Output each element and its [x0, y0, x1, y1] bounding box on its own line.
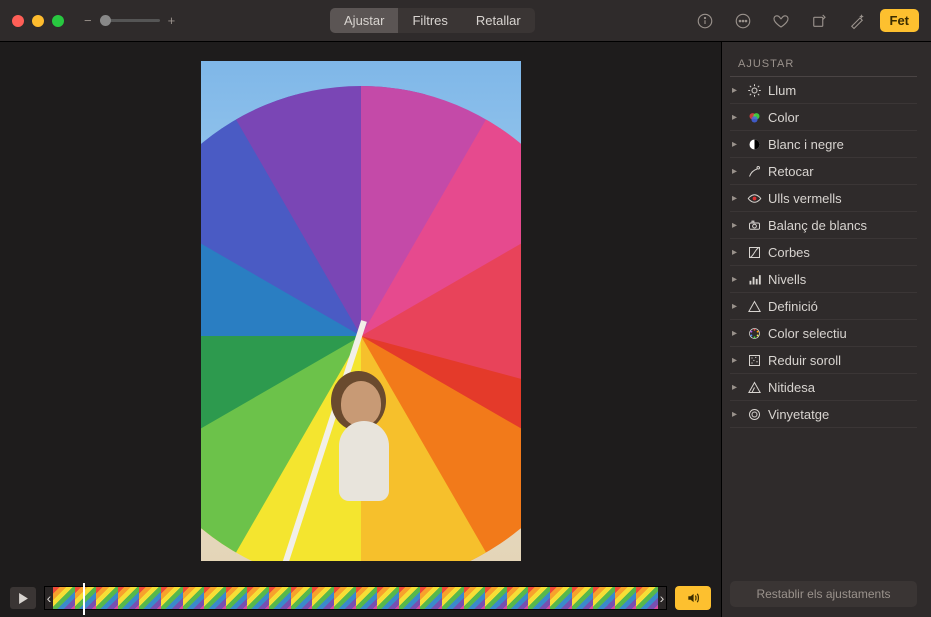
chevron-right-icon: ▸ [732, 112, 740, 123]
adjust-label: Color [768, 110, 915, 125]
chevron-right-icon: ▸ [732, 220, 740, 231]
reset-adjustments-button[interactable]: Restablir els ajustaments [730, 581, 917, 607]
bw-icon [746, 136, 762, 152]
auto-enhance-icon[interactable] [842, 8, 872, 34]
noise-icon [746, 352, 762, 368]
adjust-row-definition[interactable]: ▸ Definició [730, 293, 917, 320]
whitebalance-icon [746, 217, 762, 233]
adjust-label: Ulls vermells [768, 191, 915, 206]
curves-icon [746, 244, 762, 260]
adjust-panel: AJUSTAR ▸ Llum ▸ Color ▸ Blanc i negre ▸ Retoca… [721, 42, 931, 617]
adjust-label: Retocar [768, 164, 915, 179]
definition-icon [746, 298, 762, 314]
adjust-row-light[interactable]: ▸ Llum [730, 77, 917, 104]
adjust-label: Llum [768, 83, 915, 98]
retouch-icon [746, 163, 762, 179]
tab-crop[interactable]: Retallar [462, 8, 535, 33]
filmstrip[interactable]: ‹ › [44, 586, 667, 610]
chevron-right-icon: ▸ [732, 166, 740, 177]
adjust-label: Balanç de blancs [768, 218, 915, 233]
adjust-label: Definició [768, 299, 915, 314]
adjust-label: Nitidesa [768, 380, 915, 395]
chevron-right-icon: ▸ [732, 193, 740, 204]
chevron-right-icon: ▸ [732, 328, 740, 339]
tab-filters[interactable]: Filtres [398, 8, 461, 33]
chevron-right-icon: ▸ [732, 85, 740, 96]
adjust-label: Blanc i negre [768, 137, 915, 152]
adjust-label: Reduir soroll [768, 353, 915, 368]
adjust-row-color[interactable]: ▸ Color [730, 104, 917, 131]
chevron-right-icon: ▸ [732, 409, 740, 420]
zoom-thumb[interactable] [100, 15, 111, 26]
playhead[interactable] [83, 583, 85, 615]
adjust-row-curves[interactable]: ▸ Corbes [730, 239, 917, 266]
redeye-icon [746, 190, 762, 206]
color-icon [746, 109, 762, 125]
info-icon[interactable] [690, 8, 720, 34]
toolbar-right: Fet [690, 8, 920, 34]
adjustments-list: ▸ Llum ▸ Color ▸ Blanc i negre ▸ Retocar ▸ Ulls v… [730, 77, 917, 581]
photo-viewport [0, 42, 721, 579]
chevron-right-icon: ▸ [732, 301, 740, 312]
adjust-row-retouch[interactable]: ▸ Retocar [730, 158, 917, 185]
zoom-control: − + [84, 13, 175, 28]
done-button[interactable]: Fet [880, 9, 920, 32]
chevron-right-icon: ▸ [732, 139, 740, 150]
vignette-icon [746, 406, 762, 422]
adjust-row-bw[interactable]: ▸ Blanc i negre [730, 131, 917, 158]
adjust-row-vignette[interactable]: ▸ Vinyetatge [730, 401, 917, 428]
main-area: ‹ › AJUSTAR ▸ Llum ▸ Color ▸ Blanc i negre ▸ Re… [0, 42, 931, 617]
maximize-window-button[interactable] [52, 15, 64, 27]
selectivecolor-icon [746, 325, 762, 341]
adjust-label: Color selectiu [768, 326, 915, 341]
adjust-label: Nivells [768, 272, 915, 287]
chevron-right-icon: ▸ [732, 355, 740, 366]
tab-adjust[interactable]: Ajustar [330, 8, 398, 33]
chevron-right-icon: ▸ [732, 274, 740, 285]
photo[interactable] [201, 61, 521, 561]
adjust-label: Vinyetatge [768, 407, 915, 422]
audio-button[interactable] [675, 586, 711, 610]
minimize-window-button[interactable] [32, 15, 44, 27]
titlebar: − + Ajustar Filtres Retallar Fet [0, 0, 931, 42]
chevron-right-icon: ▸ [732, 382, 740, 393]
adjust-row-redeye[interactable]: ▸ Ulls vermells [730, 185, 917, 212]
adjust-row-whitebalance[interactable]: ▸ Balanç de blancs [730, 212, 917, 239]
more-icon[interactable] [728, 8, 758, 34]
trim-handle-left[interactable]: ‹ [45, 587, 53, 609]
timeline: ‹ › [0, 579, 721, 617]
sharpen-icon [746, 379, 762, 395]
window-controls [12, 15, 64, 27]
levels-icon [746, 271, 762, 287]
panel-title: AJUSTAR [730, 52, 917, 77]
adjust-label: Corbes [768, 245, 915, 260]
close-window-button[interactable] [12, 15, 24, 27]
canvas-area: ‹ › [0, 42, 721, 617]
adjust-row-noise[interactable]: ▸ Reduir soroll [730, 347, 917, 374]
adjust-row-sharpen[interactable]: ▸ Nitidesa [730, 374, 917, 401]
trim-handle-right[interactable]: › [658, 587, 666, 609]
light-icon [746, 82, 762, 98]
favorite-icon[interactable] [766, 8, 796, 34]
edit-mode-tabs: Ajustar Filtres Retallar [330, 8, 535, 33]
filmstrip-frames[interactable] [53, 587, 658, 609]
adjust-row-selectivecolor[interactable]: ▸ Color selectiu [730, 320, 917, 347]
zoom-in-icon[interactable]: + [168, 13, 176, 28]
zoom-out-icon[interactable]: − [84, 13, 92, 28]
rotate-icon[interactable] [804, 8, 834, 34]
zoom-slider[interactable] [100, 19, 160, 22]
chevron-right-icon: ▸ [732, 247, 740, 258]
adjust-row-levels[interactable]: ▸ Nivells [730, 266, 917, 293]
play-button[interactable] [10, 587, 36, 609]
